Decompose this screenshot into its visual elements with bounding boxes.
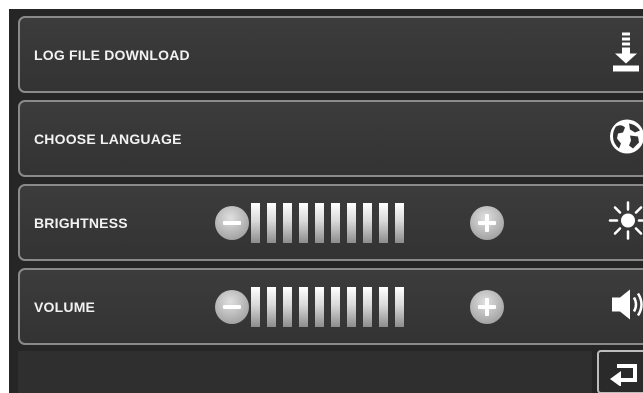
plus-icon [485, 213, 489, 232]
level-segment [363, 286, 372, 327]
volume-increase-button[interactable] [470, 289, 504, 324]
level-segment [395, 202, 404, 243]
brightness-label: BRIGHTNESS [34, 214, 128, 231]
level-segment [331, 286, 340, 327]
brightness-increase-button[interactable] [470, 205, 504, 240]
minus-icon [223, 304, 241, 309]
level-segment [299, 202, 308, 243]
level-segment [331, 202, 340, 243]
level-segment [363, 202, 372, 243]
log-file-download-row[interactable]: LOG FILE DOWNLOAD [18, 16, 643, 93]
brightness-decrease-button[interactable] [215, 205, 249, 240]
choose-language-row[interactable]: CHOOSE LANGUAGE [18, 100, 643, 177]
brightness-slider[interactable] [207, 202, 507, 244]
volume-decrease-button[interactable] [215, 289, 249, 324]
level-segment [347, 286, 356, 327]
level-segment [283, 286, 292, 327]
speaker-icon [610, 286, 643, 327]
volume-row: VOLUME [18, 268, 643, 345]
brightness-level-bar [251, 202, 404, 243]
level-segment [283, 202, 292, 243]
globe-icon [608, 117, 643, 160]
volume-slider[interactable] [207, 286, 507, 328]
volume-label: VOLUME [34, 298, 96, 315]
settings-screen: LOG FILE DOWNLOAD CHOOSE LANGUAGE BRIGHT… [9, 9, 643, 393]
level-segment [251, 286, 260, 327]
volume-level-bar [251, 286, 404, 327]
log-file-download-label: LOG FILE DOWNLOAD [34, 46, 190, 63]
level-segment [267, 202, 276, 243]
level-segment [299, 286, 308, 327]
plus-icon [485, 297, 489, 316]
level-segment [315, 286, 324, 327]
choose-language-label: CHOOSE LANGUAGE [34, 130, 182, 147]
level-segment [379, 286, 388, 327]
level-segment [347, 202, 356, 243]
sun-icon [608, 200, 643, 245]
return-icon [609, 360, 639, 391]
level-segment [315, 202, 324, 243]
download-icon [612, 32, 640, 77]
level-segment [267, 286, 276, 327]
level-segment [251, 202, 260, 243]
footer-bar [18, 351, 592, 393]
level-segment [395, 286, 404, 327]
brightness-row: BRIGHTNESS [18, 184, 643, 261]
back-button[interactable] [597, 350, 643, 393]
level-segment [379, 202, 388, 243]
minus-icon [223, 220, 241, 225]
